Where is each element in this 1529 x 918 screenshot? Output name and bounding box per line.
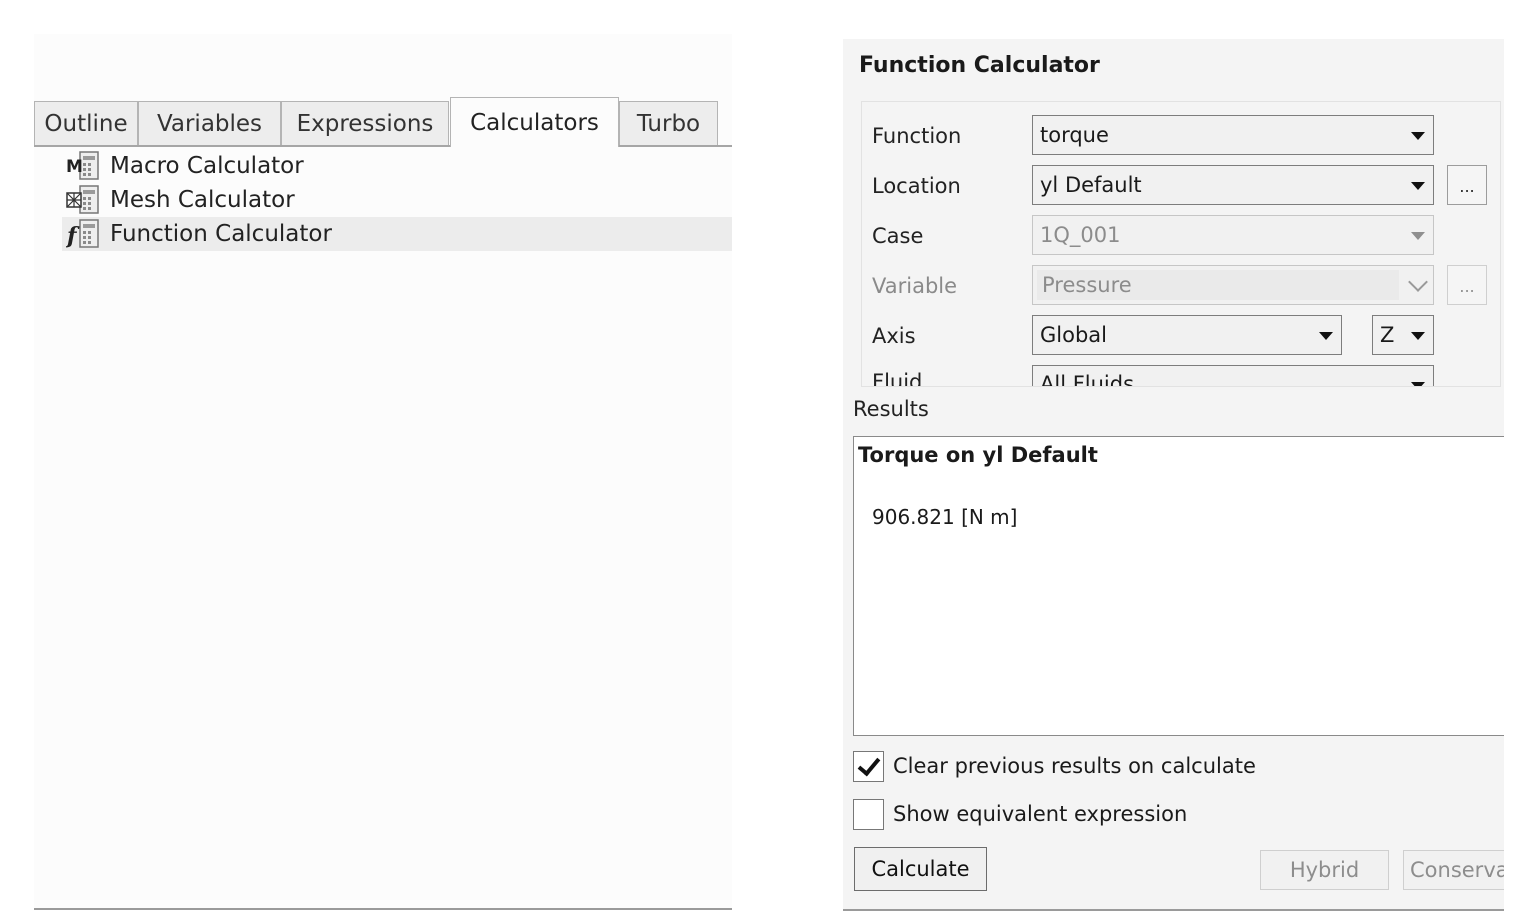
macro-calculator-icon: M <box>66 151 99 180</box>
tab-variables[interactable]: Variables <box>138 101 281 145</box>
axis-label: Axis <box>872 324 916 348</box>
show-expression-checkbox[interactable] <box>853 799 884 830</box>
case-select: 1Q_001 <box>1032 215 1434 255</box>
function-calculator-panel: Function Calculator Function torque Loca… <box>843 39 1504 911</box>
results-box: Torque on yl Default 906.821 [N m] <box>853 436 1504 736</box>
case-value: 1Q_001 <box>1040 223 1121 247</box>
tab-label: Calculators <box>470 109 599 136</box>
conservative-button: Conservative <box>1403 850 1504 890</box>
results-title: Torque on yl Default <box>858 443 1098 467</box>
results-label: Results <box>853 397 929 421</box>
conservative-label: Conservative <box>1410 858 1504 882</box>
axis-select[interactable]: Global <box>1032 315 1342 355</box>
variable-select: Pressure <box>1032 265 1434 305</box>
tab-label: Outline <box>44 110 128 137</box>
dropdown-arrow-icon <box>1411 182 1425 190</box>
location-value: yl Default <box>1040 173 1142 197</box>
tab-label: Variables <box>156 110 263 137</box>
axis-component-value: Z <box>1380 323 1395 347</box>
dropdown-arrow-icon <box>1319 332 1333 340</box>
tree-item-function-calculator[interactable]: f Function Calculator <box>62 217 732 251</box>
calculate-label: Calculate <box>871 857 970 881</box>
tab-outline[interactable]: Outline <box>34 101 138 145</box>
axis-value: Global <box>1040 323 1107 347</box>
checkmark-icon <box>857 752 881 777</box>
location-browse-button[interactable]: ... <box>1447 165 1487 205</box>
tab-label: Turbo <box>636 110 701 137</box>
function-label: Function <box>872 124 962 148</box>
fluid-value: All Fluids <box>1040 372 1135 387</box>
tree-item-mesh-calculator[interactable]: Mesh Calculator <box>62 183 732 217</box>
fluid-select[interactable]: All Fluids <box>1032 365 1434 387</box>
fluid-label: Fluid <box>872 370 923 387</box>
show-expression-label: Show equivalent expression <box>893 802 1188 826</box>
options-area: Function torque Location yl Default ... … <box>861 101 1501 387</box>
variable-value: Pressure <box>1042 273 1132 297</box>
dropdown-arrow-icon <box>1411 382 1425 386</box>
tab-bar: Outline Variables Expressions Calculator… <box>34 97 732 147</box>
left-panel: Outline Variables Expressions Calculator… <box>34 34 732 910</box>
dropdown-arrow-icon <box>1411 132 1425 140</box>
variable-browse-button: ... <box>1447 265 1487 305</box>
ellipsis-label: ... <box>1459 177 1475 196</box>
tree-item-label: Mesh Calculator <box>110 187 295 213</box>
function-select[interactable]: torque <box>1032 115 1434 155</box>
location-label: Location <box>872 174 961 198</box>
results-value: 906.821 [N m] <box>872 505 1018 529</box>
tree-item-label: Function Calculator <box>110 221 332 247</box>
location-select[interactable]: yl Default <box>1032 165 1434 205</box>
hybrid-label: Hybrid <box>1289 858 1360 882</box>
function-calculator-icon: f <box>66 219 99 249</box>
axis-component-select[interactable]: Z <box>1372 315 1434 355</box>
tab-calculators[interactable]: Calculators <box>450 97 619 147</box>
case-label: Case <box>872 224 924 248</box>
mesh-calculator-icon <box>66 185 99 214</box>
tree-item-label: Macro Calculator <box>110 153 304 179</box>
tree-item-macro-calculator[interactable]: M Macro Calculator <box>62 149 732 183</box>
dropdown-arrow-icon <box>1411 232 1425 240</box>
clear-previous-checkbox[interactable] <box>853 751 884 782</box>
ellipsis-label: ... <box>1459 277 1475 296</box>
svg-text:f: f <box>66 223 80 249</box>
clear-previous-label: Clear previous results on calculate <box>893 754 1256 778</box>
function-value: torque <box>1040 123 1109 147</box>
hybrid-button: Hybrid <box>1260 850 1389 890</box>
chevron-down-icon <box>1408 272 1428 292</box>
svg-text:M: M <box>66 157 83 177</box>
calculate-button[interactable]: Calculate <box>854 847 987 891</box>
tab-expressions[interactable]: Expressions <box>281 101 449 145</box>
panel-title: Function Calculator <box>859 53 1100 78</box>
variable-label: Variable <box>872 274 958 298</box>
tab-label: Expressions <box>296 110 434 137</box>
dropdown-arrow-icon <box>1411 332 1425 340</box>
tab-turbo[interactable]: Turbo <box>619 101 718 145</box>
